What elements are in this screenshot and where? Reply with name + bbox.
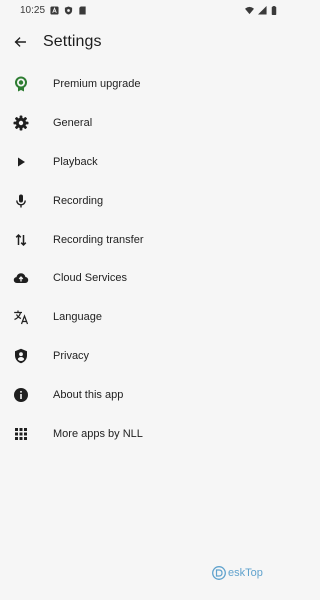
settings-item-label: More apps by NLL xyxy=(53,427,143,440)
settings-item-language[interactable]: Language xyxy=(0,298,285,337)
wifi-icon xyxy=(245,6,254,15)
settings-item-general[interactable]: General xyxy=(0,104,285,143)
app-bar: Settings xyxy=(0,24,285,60)
play-icon xyxy=(11,152,31,172)
privacy-shield-icon xyxy=(11,346,31,366)
settings-item-label: General xyxy=(53,117,93,130)
translate-icon xyxy=(11,307,31,327)
settings-item-playback[interactable]: Playback xyxy=(0,143,285,182)
settings-item-label: Premium upgrade xyxy=(53,78,141,91)
gear-icon xyxy=(11,113,31,133)
info-icon xyxy=(11,385,31,405)
settings-item-premium-upgrade[interactable]: Premium upgrade xyxy=(0,65,285,104)
watermark: eskTop xyxy=(212,566,263,580)
settings-item-privacy[interactable]: Privacy xyxy=(0,337,285,376)
transfer-arrows-icon xyxy=(11,230,31,250)
sd-card-icon xyxy=(78,5,87,15)
settings-list: Premium upgrade General Playback Recordi… xyxy=(0,65,285,453)
shield-status-icon xyxy=(64,5,73,15)
settings-item-label: Language xyxy=(53,311,102,324)
apps-grid-icon xyxy=(11,424,31,444)
arrow-back-icon xyxy=(14,37,26,47)
microphone-icon xyxy=(11,191,31,211)
status-time: 10:25 xyxy=(20,4,46,16)
settings-item-recording[interactable]: Recording xyxy=(0,181,285,220)
settings-item-label: Cloud Services xyxy=(53,272,127,285)
page-title: Settings xyxy=(43,33,102,50)
notification-a-icon xyxy=(50,5,59,15)
status-bar: 10:25 xyxy=(0,0,285,20)
settings-item-cloud-services[interactable]: Cloud Services xyxy=(0,259,285,298)
back-button[interactable] xyxy=(0,24,40,60)
watermark-logo-icon xyxy=(212,566,226,580)
settings-item-label: About this app xyxy=(53,388,124,401)
premium-badge-icon xyxy=(11,74,31,94)
cloud-upload-icon xyxy=(11,268,31,288)
settings-item-more-apps[interactable]: More apps by NLL xyxy=(0,414,285,453)
settings-item-label: Recording xyxy=(53,194,104,207)
signal-icon xyxy=(258,5,267,15)
settings-item-recording-transfer[interactable]: Recording transfer xyxy=(0,220,285,259)
battery-icon xyxy=(271,5,277,15)
settings-item-label: Playback xyxy=(53,155,98,168)
settings-item-about[interactable]: About this app xyxy=(0,375,285,414)
watermark-text: eskTop xyxy=(228,567,263,579)
settings-item-label: Recording transfer xyxy=(53,233,144,246)
settings-item-label: Privacy xyxy=(53,349,90,362)
